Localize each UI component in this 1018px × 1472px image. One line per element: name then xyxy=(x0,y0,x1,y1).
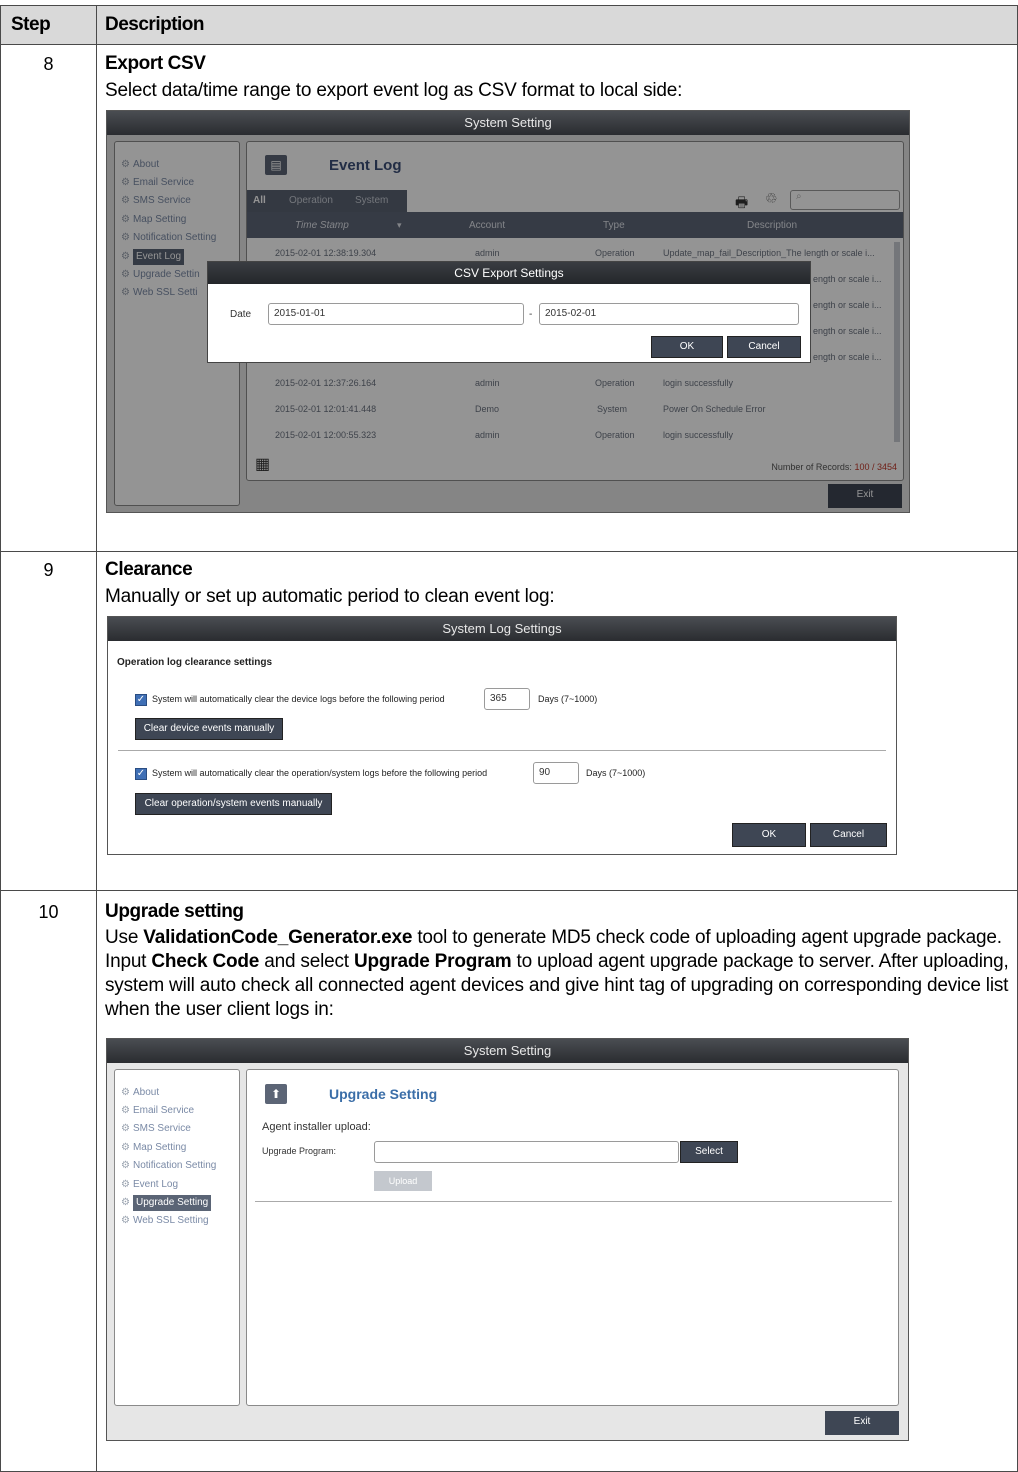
gear-icon: ⚙ xyxy=(121,1160,130,1171)
device-auto-clear-checkbox[interactable]: ✓ xyxy=(135,694,147,706)
step-title: Clearance xyxy=(105,559,193,580)
sidebar-item-notification[interactable]: ⚙ Notification Setting xyxy=(121,1158,216,1174)
upload-icon: ⬆ xyxy=(265,1084,287,1104)
step-title: Export CSV xyxy=(105,53,206,74)
divider xyxy=(255,1201,892,1202)
settings-sidebar: ⚙ About ⚙ Email Service ⚙ SMS Service ⚙ Map … xyxy=(114,1069,240,1406)
op-auto-clear-checkbox[interactable]: ✓ xyxy=(135,768,147,780)
cancel-button[interactable]: Cancel xyxy=(727,336,801,358)
upgrade-program-label: Upgrade Program: xyxy=(262,1146,337,1156)
gear-icon: ⚙ xyxy=(121,1215,130,1226)
date-from-field[interactable]: 2015-01-01 xyxy=(268,303,524,325)
op-days-range: Days (7~1000) xyxy=(586,768,646,778)
col-description-header: Description xyxy=(105,14,205,35)
gear-icon: ⚙ xyxy=(121,1105,130,1116)
upgrade-panel: ⬆ Upgrade Setting Agent installer upload… xyxy=(246,1069,899,1406)
section-heading: Operation log clearance settings xyxy=(117,657,273,668)
panel-heading: Upgrade Setting xyxy=(329,1086,438,1102)
step-number: 10 xyxy=(38,902,59,922)
sidebar-item-email[interactable]: ⚙ Email Service xyxy=(121,1103,194,1119)
window-title: System Setting xyxy=(107,111,909,135)
event-log-screenshot: System Setting ⚙ About ⚙ Email Service ⚙ SM… xyxy=(106,110,910,513)
divider xyxy=(118,750,886,751)
ok-button[interactable]: OK xyxy=(651,336,723,358)
step-number: 8 xyxy=(43,54,54,74)
device-days-range: Days (7~1000) xyxy=(538,694,598,704)
sidebar-item-upgrade[interactable]: ⚙ Upgrade Setting xyxy=(121,1195,212,1211)
log-settings-screenshot: System Log Settings Operation log cleara… xyxy=(107,616,897,855)
clear-op-events-button[interactable]: Clear operation/system events manually xyxy=(135,793,332,815)
select-button[interactable]: Select xyxy=(680,1141,738,1163)
step-description: Manually or set up automatic period to c… xyxy=(105,586,555,607)
sidebar-item-sms[interactable]: ⚙ SMS Service xyxy=(121,1121,191,1137)
date-separator: - xyxy=(529,309,533,320)
step-title: Upgrade setting xyxy=(105,901,244,922)
upgrade-setting-screenshot: System Setting ⚙ About ⚙ Email Service ⚙ SM… xyxy=(106,1038,909,1441)
step-description: Use ValidationCode_Generator.exe tool to… xyxy=(105,927,1009,1020)
date-to-field[interactable]: 2015-02-01 xyxy=(539,303,799,325)
step-number: 9 xyxy=(43,560,54,580)
dialog-title: CSV Export Settings xyxy=(208,262,810,284)
window-title: System Setting xyxy=(107,1039,908,1063)
row-divider xyxy=(1,551,1017,552)
upload-button[interactable]: Upload xyxy=(374,1171,432,1191)
row-divider xyxy=(1,44,1017,45)
clear-device-events-button[interactable]: Clear device events manually xyxy=(135,718,283,740)
device-auto-clear-label: System will automatically clear the devi… xyxy=(152,694,445,704)
sidebar-item-event-log[interactable]: ⚙ Event Log xyxy=(121,1177,178,1193)
sidebar-item-map[interactable]: ⚙ Map Setting xyxy=(121,1140,186,1156)
gear-icon: ⚙ xyxy=(121,1123,130,1134)
gear-icon: ⚙ xyxy=(121,1142,130,1153)
gear-icon: ⚙ xyxy=(121,1179,130,1190)
column-divider xyxy=(96,6,97,1471)
csv-export-dialog: CSV Export Settings Date 2015-01-01 - 20… xyxy=(207,261,811,363)
upgrade-program-field[interactable] xyxy=(374,1141,679,1163)
agent-installer-heading: Agent installer upload: xyxy=(262,1121,371,1133)
step-description: Select data/time range to export event l… xyxy=(105,80,683,101)
table-header: Step Description xyxy=(1,6,1017,44)
window-title: System Log Settings xyxy=(108,617,896,641)
row-divider xyxy=(1,890,1017,891)
device-days-input[interactable]: 365 xyxy=(484,688,530,710)
op-days-input[interactable]: 90 xyxy=(533,762,579,784)
col-step-header: Step xyxy=(11,14,51,35)
date-label: Date xyxy=(230,309,252,320)
gear-icon: ⚙ xyxy=(121,1087,130,1098)
cancel-button[interactable]: Cancel xyxy=(810,823,887,847)
op-auto-clear-label: System will automatically clear the oper… xyxy=(152,768,488,778)
sidebar-item-web-ssl[interactable]: ⚙ Web SSL Setting xyxy=(121,1213,209,1229)
sidebar-item-about[interactable]: ⚙ About xyxy=(121,1085,159,1101)
gear-icon: ⚙ xyxy=(121,1197,130,1208)
exit-button[interactable]: Exit xyxy=(825,1411,899,1435)
ok-button[interactable]: OK xyxy=(732,823,806,847)
